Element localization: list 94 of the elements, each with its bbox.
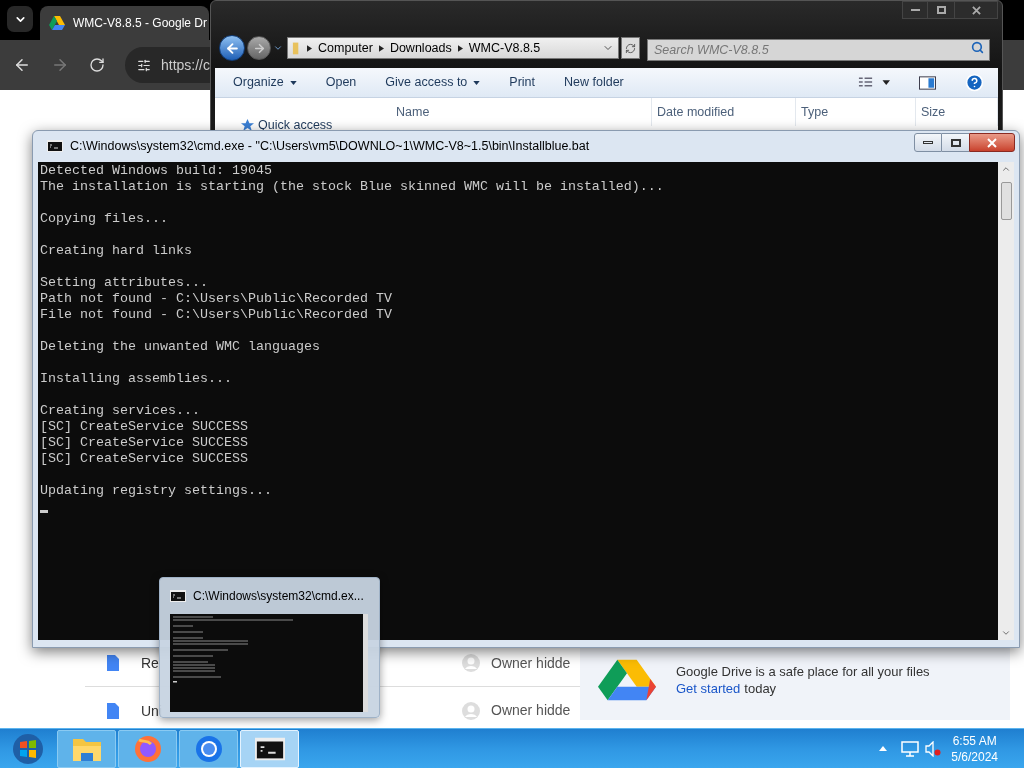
chevron-icon (457, 44, 463, 52)
fox-globe-icon (132, 733, 163, 764)
document-icon (107, 655, 119, 671)
preview-pane-icon[interactable] (919, 75, 936, 90)
console-icon (47, 140, 63, 152)
promo-message: Google Drive is a safe place for all your files (676, 663, 930, 680)
column-header[interactable]: Type (796, 98, 916, 126)
toolbar-button[interactable]: Open (325, 73, 357, 92)
scroll-down-icon[interactable] (1001, 628, 1011, 638)
clock-time[interactable]: 6:55 AM (952, 732, 997, 749)
chevron-icon (307, 44, 312, 52)
forward-button[interactable] (247, 36, 271, 60)
caret-icon (473, 80, 481, 85)
console-line: Creating hard links (40, 243, 192, 259)
column-header[interactable]: Name (391, 98, 652, 126)
address-bar[interactable]: https://c (125, 47, 210, 83)
avatar-icon (461, 653, 481, 673)
tab-list-button[interactable] (7, 6, 33, 32)
console-line: Creating services... (40, 403, 200, 419)
folder-icon (292, 40, 301, 56)
close-button[interactable] (954, 1, 998, 19)
back-icon[interactable] (13, 56, 31, 74)
scroll-thumb[interactable] (1000, 182, 1012, 220)
breadcrumb-item[interactable]: Downloads (389, 38, 452, 58)
url-text: https://c (160, 55, 210, 75)
tab-title: WMC-V8.8.5 - Google Dr (73, 15, 208, 32)
get-started-link[interactable]: Get started (676, 680, 741, 697)
maximize-button[interactable] (928, 1, 954, 19)
start-orb-icon (12, 732, 44, 765)
breadcrumb-item[interactable]: Computer (318, 38, 373, 58)
console-line: Copying files... (40, 211, 168, 227)
minimize-button[interactable] (902, 1, 928, 19)
toolbar-button[interactable]: Print (509, 73, 535, 92)
close-icon (971, 5, 981, 15)
help-icon[interactable] (965, 73, 984, 92)
muted-speaker-icon[interactable] (925, 740, 942, 757)
console-line: File not found - C:\Users\Public\Recorded TV (40, 307, 392, 323)
toolbar-button[interactable]: New folder (564, 73, 624, 92)
console-line: Detected Windows build: 19045 (40, 163, 272, 179)
column-header[interactable]: Size (916, 98, 998, 126)
console-line: [SC] CreateService SUCCESS (40, 435, 248, 451)
reload-icon[interactable] (89, 57, 105, 73)
console-line: [SC] CreateService SUCCESS (40, 451, 248, 467)
console-line: Path not found - C:\Users\Public\Recorded TV (40, 291, 392, 307)
console-icon (170, 590, 186, 602)
forward-icon[interactable] (51, 56, 69, 74)
drive-logo-icon (49, 16, 65, 30)
breadcrumb-item[interactable]: WMC-V8.8.5 (468, 38, 541, 58)
address-bar[interactable]: Computer Downloads WMC-V8.8.5 (287, 37, 619, 59)
owner-text: Owner hidde (491, 701, 571, 720)
file-name[interactable]: Re (141, 655, 159, 671)
promo-suffix: today (744, 680, 777, 697)
search-icon (971, 41, 984, 54)
nav-item[interactable]: Quick access (258, 118, 333, 132)
browser-ring-icon (193, 733, 224, 764)
search-field[interactable]: Search WMC-V8.8.5 (647, 39, 990, 61)
console-line: Installing assemblies... (40, 371, 232, 387)
owner-text: Owner hidde (491, 653, 571, 673)
column-header[interactable]: Date modified (652, 98, 796, 126)
browser-tab[interactable]: WMC-V8.8.5 - Google Dr (40, 6, 209, 40)
file-name[interactable]: Uni (141, 702, 162, 719)
history-caret-icon[interactable] (273, 43, 283, 53)
scrollbar[interactable] (998, 162, 1014, 640)
document-icon (107, 702, 119, 719)
back-button[interactable] (219, 35, 245, 61)
refresh-button[interactable] (621, 37, 640, 59)
caret-icon (289, 80, 297, 85)
network-icon[interactable] (901, 740, 920, 757)
maximize-button[interactable] (942, 133, 969, 152)
text-cursor (40, 510, 48, 513)
window-preview[interactable]: C:\Windows\system32\cmd.ex... (159, 577, 380, 718)
console-line: Setting attributes... (40, 275, 208, 291)
show-hidden-icons-icon[interactable] (879, 746, 888, 751)
console-line: Deleting the unwanted WMC languages (40, 339, 320, 355)
view-options-icon[interactable] (858, 76, 890, 89)
preview-title: C:\Windows\system32\cmd.ex... (193, 588, 364, 605)
avatar-icon (461, 700, 481, 721)
close-button[interactable] (969, 133, 1015, 152)
minimize-button[interactable] (914, 133, 942, 152)
console-line: Updating registry settings... (40, 483, 272, 499)
toolbar-button[interactable]: Organize (233, 73, 297, 92)
chevron-icon (378, 44, 384, 52)
site-settings-icon[interactable] (137, 57, 151, 73)
star-icon (241, 118, 254, 132)
drive-logo-icon (598, 659, 656, 701)
console-line: [SC] CreateService SUCCESS (40, 419, 248, 435)
forward-arrow-icon (252, 41, 266, 55)
close-icon (987, 137, 997, 148)
scroll-up-icon[interactable] (1001, 164, 1011, 174)
console-icon (254, 736, 285, 761)
refresh-icon (625, 42, 636, 54)
toolbar-button[interactable]: Give access to (385, 73, 481, 92)
console-line: The installation is starting (the stock Blue skinned WMC will be installed)... (40, 179, 664, 195)
window-title: C:\Windows\system32\cmd.exe - "C:\Users\vm5\DOWNLO~1\WMC-V8~1.5\bin\Installblue.bat (70, 137, 590, 155)
